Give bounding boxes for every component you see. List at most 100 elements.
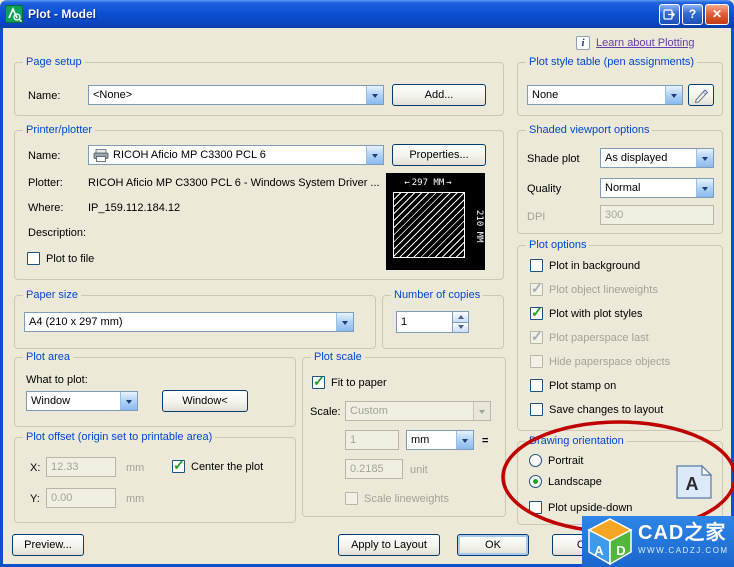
portrait-row: Portrait bbox=[529, 453, 583, 468]
window-title: Plot - Model bbox=[28, 7, 96, 21]
landscape-row: Landscape bbox=[529, 474, 602, 489]
landscape-label: Landscape bbox=[548, 475, 602, 488]
plot-to-file-row: Plot to file bbox=[27, 251, 94, 266]
plot-with-plot-styles-checkbox[interactable] bbox=[530, 304, 543, 321]
chevron-down-icon[interactable] bbox=[366, 86, 383, 104]
watermark-logo-cube: A D bbox=[587, 518, 633, 565]
plot-upside-down-checkbox[interactable] bbox=[529, 501, 542, 514]
plot-to-file-checkbox[interactable] bbox=[27, 252, 40, 265]
paper-height-dimension: 210 MM bbox=[474, 209, 484, 243]
paper-hatch-area bbox=[393, 192, 465, 258]
svg-text:A: A bbox=[594, 543, 604, 558]
plot-with-plot-styles-row: Plot with plot styles bbox=[530, 304, 643, 321]
chevron-down-icon[interactable] bbox=[696, 179, 713, 197]
scale-denominator-field: 0.2185 bbox=[345, 459, 403, 479]
plot-in-background-label: Plot in background bbox=[549, 259, 641, 272]
watermark-text: CAD之家 WWW.CADZJ.COM bbox=[638, 520, 729, 555]
plot-dialog: Plot - Model ? ✕ i Learn about Plotting … bbox=[0, 0, 734, 567]
quality-combo[interactable]: Normal bbox=[600, 178, 714, 198]
learn-about-plotting-link[interactable]: Learn about Plotting bbox=[596, 37, 694, 49]
svg-text:D: D bbox=[616, 543, 625, 558]
page-setup-name-value: <None> bbox=[93, 89, 133, 101]
scale-unit-value: mm bbox=[411, 434, 430, 446]
scale-label: Scale: bbox=[310, 406, 341, 418]
paper-width-dimension: ← 297 MM → bbox=[404, 178, 452, 188]
chevron-down-icon bbox=[473, 402, 490, 420]
copies-spinner: 1 bbox=[396, 311, 469, 333]
window-pick-button[interactable]: Window< bbox=[162, 390, 248, 412]
watermark: A D CAD之家 WWW.CADZJ.COM bbox=[582, 516, 734, 567]
portrait-radio[interactable] bbox=[529, 454, 542, 467]
copies-field[interactable]: 1 bbox=[396, 311, 452, 333]
shade-plot-label: Shade plot bbox=[527, 153, 580, 165]
chevron-down-icon[interactable] bbox=[665, 86, 682, 104]
quality-label: Quality bbox=[527, 183, 562, 195]
chevron-down-icon[interactable] bbox=[696, 149, 713, 167]
center-plot-checkbox[interactable] bbox=[172, 457, 185, 474]
spin-down-button[interactable] bbox=[452, 322, 469, 333]
center-plot-label: Center the plot bbox=[191, 460, 264, 473]
landscape-radio[interactable] bbox=[529, 475, 542, 488]
printer-name-value: RICOH Aficio MP C3300 PCL 6 bbox=[89, 148, 366, 162]
what-to-plot-label: What to plot: bbox=[26, 374, 88, 386]
apply-to-layout-button[interactable]: Apply to Layout bbox=[338, 534, 440, 556]
page-setup-name-combo[interactable]: <None> bbox=[88, 85, 384, 105]
scale-numerator-field: 1 bbox=[345, 430, 399, 450]
edit-plot-style-button[interactable] bbox=[688, 84, 714, 106]
landscape-paper-icon: A bbox=[676, 464, 713, 499]
plot-area-title: Plot area bbox=[23, 350, 74, 364]
fit-to-paper-checkbox[interactable] bbox=[312, 373, 325, 390]
help-button[interactable]: ? bbox=[682, 3, 703, 25]
dpi-field: 300 bbox=[600, 205, 714, 225]
scale-combo: Custom bbox=[345, 401, 491, 421]
plot-style-combo[interactable]: None bbox=[527, 85, 683, 105]
save-changes-to-layout-row: Save changes to layout bbox=[530, 402, 663, 417]
plot-in-background-checkbox[interactable] bbox=[530, 259, 543, 272]
save-changes-to-layout-label: Save changes to layout bbox=[549, 403, 664, 416]
properties-button[interactable]: Properties... bbox=[392, 144, 486, 166]
autocad-plot-icon bbox=[5, 5, 23, 23]
shaded-viewport-title: Shaded viewport options bbox=[526, 123, 653, 137]
what-to-plot-combo[interactable]: Window bbox=[26, 391, 138, 411]
spin-up-button[interactable] bbox=[452, 311, 469, 323]
chevron-down-icon[interactable] bbox=[120, 392, 137, 410]
close-button[interactable]: ✕ bbox=[705, 3, 729, 25]
printer-name-combo[interactable]: RICOH Aficio MP C3300 PCL 6 bbox=[88, 145, 384, 165]
ok-button[interactable]: OK bbox=[457, 534, 529, 556]
shade-plot-combo[interactable]: As displayed bbox=[600, 148, 714, 168]
scale-value: Custom bbox=[350, 405, 388, 417]
plot-upside-down-row: Plot upside-down bbox=[529, 500, 632, 515]
plot-paperspace-last-label: Plot paperspace last bbox=[549, 331, 649, 344]
page-setup-name-label: Name: bbox=[28, 90, 61, 102]
shade-plot-value: As displayed bbox=[605, 152, 668, 164]
dpi-label: DPI bbox=[527, 211, 546, 223]
paper-size-value: A4 (210 x 297 mm) bbox=[29, 316, 123, 328]
page-setup-title: Page setup bbox=[23, 55, 85, 69]
plot-object-lineweights-checkbox bbox=[530, 280, 543, 297]
chevron-down-icon[interactable] bbox=[336, 313, 353, 331]
copies-title: Number of copies bbox=[391, 288, 484, 302]
chevron-down-icon[interactable] bbox=[366, 146, 383, 164]
chevron-down-icon[interactable] bbox=[456, 431, 473, 449]
scale-unit-combo[interactable]: mm bbox=[406, 430, 474, 450]
where-value: IP_159.112.184.12 bbox=[88, 202, 181, 214]
offset-x-unit: mm bbox=[126, 462, 145, 474]
scale-lineweights-label: Scale lineweights bbox=[364, 492, 449, 505]
plot-with-plot-styles-label: Plot with plot styles bbox=[549, 307, 643, 320]
offset-x-label: X: bbox=[30, 462, 41, 474]
offset-x-field: 12.33 bbox=[46, 457, 116, 477]
svg-text:A: A bbox=[686, 474, 699, 494]
paper-size-title: Paper size bbox=[23, 288, 81, 302]
plot-object-lineweights-row: Plot object lineweights bbox=[530, 280, 658, 297]
center-plot-row: Center the plot bbox=[172, 457, 264, 474]
expand-dialog-button[interactable] bbox=[659, 3, 680, 25]
scale-lineweights-checkbox bbox=[345, 492, 358, 505]
plot-in-background-row: Plot in background bbox=[530, 258, 640, 273]
title-bar: Plot - Model ? ✕ bbox=[0, 0, 734, 28]
preview-button[interactable]: Preview... bbox=[12, 534, 84, 556]
save-changes-to-layout-checkbox[interactable] bbox=[530, 403, 543, 416]
portrait-label: Portrait bbox=[548, 454, 584, 467]
paper-size-combo[interactable]: A4 (210 x 297 mm) bbox=[24, 312, 354, 332]
plot-stamp-on-checkbox[interactable] bbox=[530, 379, 543, 392]
add-button[interactable]: Add... bbox=[392, 84, 486, 106]
